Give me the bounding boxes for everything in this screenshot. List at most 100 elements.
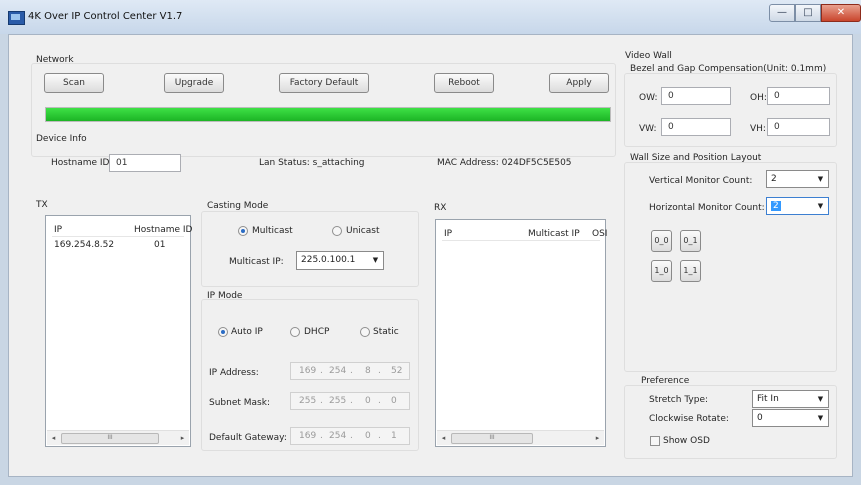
- ip-octet: 255: [299, 396, 317, 406]
- stretch-type-label: Stretch Type:: [649, 395, 709, 405]
- rx-label: RX: [434, 203, 447, 213]
- table-row[interactable]: 169.254.8.52 01: [46, 238, 190, 252]
- reboot-button[interactable]: Reboot: [434, 73, 494, 93]
- close-button[interactable]: ✕: [821, 4, 861, 22]
- auto-ip-label: Auto IP: [231, 327, 263, 337]
- factory-default-button[interactable]: Factory Default: [279, 73, 369, 93]
- position-button-1-0[interactable]: 1_0: [651, 260, 672, 282]
- tx-row-hostname: 01: [154, 240, 166, 250]
- ip-octet: 0: [365, 431, 371, 441]
- title-bar: 4K Over IP Control Center V1.7 — □ ✕: [0, 0, 861, 34]
- ip-dot: .: [378, 431, 381, 441]
- horizontal-count-select[interactable]: 2 ▼: [766, 197, 829, 215]
- upgrade-button[interactable]: Upgrade: [164, 73, 224, 93]
- vertical-count-select[interactable]: 2 ▼: [766, 170, 829, 188]
- ip-dot: .: [320, 396, 323, 406]
- tx-header-divider: [52, 236, 184, 237]
- vh-label: VH:: [750, 124, 766, 134]
- ow-input[interactable]: 0: [661, 87, 731, 105]
- casting-mode-group: [201, 211, 419, 287]
- oh-label: OH:: [750, 93, 767, 103]
- horizontal-count-label: Horizontal Monitor Count:: [649, 203, 765, 213]
- clockwise-rotate-label: Clockwise Rotate:: [649, 414, 729, 424]
- hostname-label: Hostname ID:: [51, 158, 113, 168]
- ip-octet: 8: [365, 366, 371, 376]
- auto-ip-radio[interactable]: [218, 327, 228, 337]
- rx-col-osd: OSI: [592, 229, 608, 239]
- ip-dot: .: [378, 366, 381, 376]
- ip-dot: .: [378, 396, 381, 406]
- vh-input[interactable]: 0: [767, 118, 830, 136]
- static-radio[interactable]: [360, 327, 370, 337]
- scroll-thumb[interactable]: III: [451, 433, 533, 444]
- stretch-type-select[interactable]: Fit In ▼: [752, 390, 829, 408]
- vertical-count-value: 2: [771, 174, 777, 184]
- scroll-right-arrow-icon[interactable]: ▸: [591, 431, 604, 445]
- multicast-ip-select[interactable]: 225.0.100.1 ▼: [296, 251, 384, 270]
- multicast-radio[interactable]: [238, 226, 248, 236]
- ip-octet: 254: [329, 366, 347, 376]
- mac-address: MAC Address: 024DF5C5E505: [437, 158, 572, 168]
- chevron-down-icon: ▼: [372, 256, 379, 264]
- tx-horizontal-scrollbar[interactable]: ◂ III ▸: [47, 430, 189, 445]
- video-wall-label: Video Wall: [625, 51, 672, 61]
- clockwise-rotate-select[interactable]: 0 ▼: [752, 409, 829, 427]
- dhcp-label: DHCP: [304, 327, 330, 337]
- app-icon: [8, 11, 25, 25]
- tx-list[interactable]: IP Hostname ID 169.254.8.52 01 ◂ III ▸: [45, 215, 193, 447]
- unicast-label: Unicast: [346, 226, 380, 236]
- clockwise-rotate-value: 0: [757, 413, 763, 423]
- ip-octet: 169: [299, 366, 317, 376]
- static-label: Static: [373, 327, 399, 337]
- position-button-1-1[interactable]: 1_1: [680, 260, 701, 282]
- lan-status: Lan Status: s_attaching: [259, 158, 365, 168]
- chevron-down-icon: ▼: [817, 395, 824, 403]
- ip-dot: .: [320, 431, 323, 441]
- scroll-right-arrow-icon[interactable]: ▸: [176, 431, 189, 445]
- tx-col-hostname: Hostname ID: [134, 225, 193, 235]
- scroll-left-arrow-icon[interactable]: ◂: [437, 431, 450, 445]
- ip-dot: .: [350, 431, 353, 441]
- apply-button[interactable]: Apply: [549, 73, 609, 93]
- ip-dot: .: [350, 366, 353, 376]
- scan-button[interactable]: Scan: [44, 73, 104, 93]
- maximize-button[interactable]: □: [795, 4, 821, 22]
- multicast-label: Multicast: [252, 226, 293, 236]
- rx-horizontal-scrollbar[interactable]: ◂ III ▸: [437, 430, 604, 445]
- chevron-down-icon: ▼: [817, 175, 824, 183]
- device-info-label: Device Info: [36, 134, 87, 144]
- main-panel: Network Scan Upgrade Factory Default Reb…: [8, 34, 853, 477]
- tx-col-ip: IP: [54, 225, 63, 235]
- default-gateway-field[interactable]: 169. 254. 0. 1: [290, 427, 410, 445]
- hostname-input[interactable]: 01: [109, 154, 181, 172]
- ip-dot: .: [320, 366, 323, 376]
- oh-input[interactable]: 0: [767, 87, 830, 105]
- rx-list[interactable]: IP Multicast IP OSI ◂ III ▸: [435, 219, 608, 447]
- vw-input[interactable]: 0: [661, 118, 731, 136]
- tx-row-ip: 169.254.8.52: [54, 240, 115, 250]
- show-osd-label: Show OSD: [663, 436, 710, 446]
- ip-address-label: IP Address:: [209, 368, 259, 378]
- scroll-left-arrow-icon[interactable]: ◂: [47, 431, 60, 445]
- ip-octet: 0: [365, 396, 371, 406]
- vertical-count-label: Vertical Monitor Count:: [649, 176, 753, 186]
- rx-col-multicast-ip: Multicast IP: [528, 229, 580, 239]
- subnet-mask-field[interactable]: 255. 255. 0. 0: [290, 392, 410, 410]
- dhcp-radio[interactable]: [290, 327, 300, 337]
- multicast-ip-value: 225.0.100.1: [301, 255, 356, 265]
- position-button-0-0[interactable]: 0_0: [651, 230, 672, 252]
- ip-dot: .: [350, 396, 353, 406]
- ip-address-field[interactable]: 169. 254. 8. 52: [290, 362, 410, 380]
- chevron-down-icon: ▼: [817, 414, 824, 422]
- ip-octet: 254: [329, 431, 347, 441]
- minimize-button[interactable]: —: [769, 4, 795, 22]
- rx-col-ip: IP: [444, 229, 453, 239]
- unicast-radio[interactable]: [332, 226, 342, 236]
- scroll-thumb[interactable]: III: [61, 433, 159, 444]
- vw-label: VW:: [639, 124, 657, 134]
- casting-mode-label: Casting Mode: [207, 201, 269, 211]
- ow-label: OW:: [639, 93, 658, 103]
- position-button-0-1[interactable]: 0_1: [680, 230, 701, 252]
- progress-bar: [45, 107, 611, 122]
- show-osd-checkbox[interactable]: [650, 436, 660, 446]
